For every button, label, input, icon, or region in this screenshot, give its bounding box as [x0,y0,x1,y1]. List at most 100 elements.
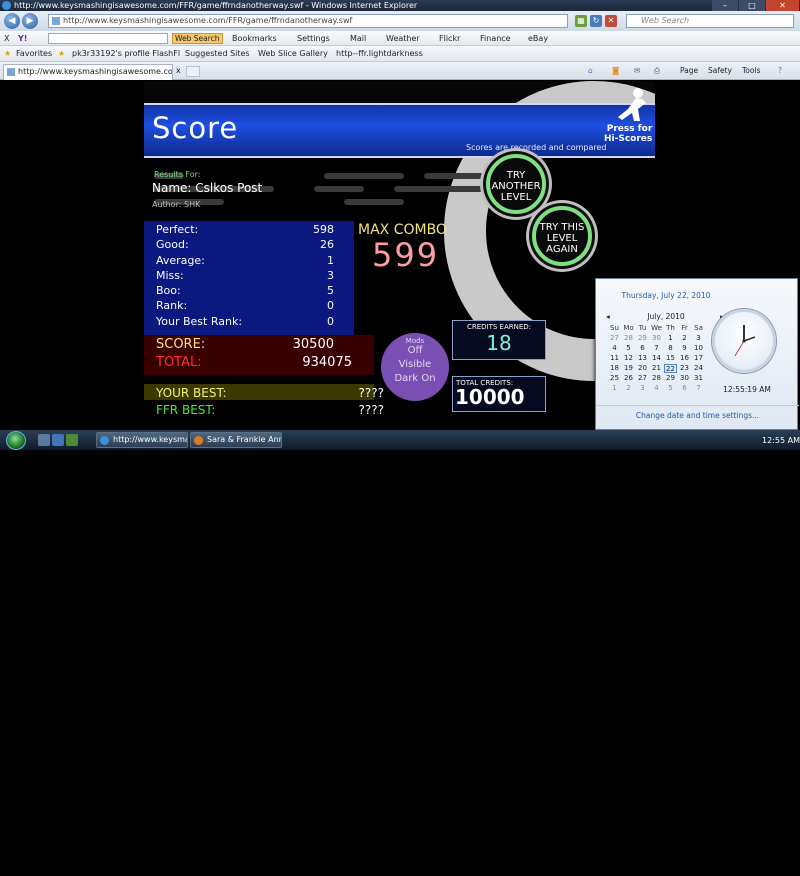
show-desktop-icon[interactable] [38,434,50,446]
close-button[interactable]: ✕ [766,0,799,11]
calendar-day[interactable]: 3 [636,384,649,393]
calendar-day[interactable]: 27 [636,374,649,383]
try-level-again-button[interactable]: TRY THIS LEVEL AGAIN [532,206,592,266]
calendar-day[interactable]: 4 [650,384,663,393]
calendar-day[interactable]: 15 [664,354,677,363]
calendar-day[interactable]: 11 [608,354,621,363]
calendar-day[interactable]: 2 [678,334,691,343]
calendar-day[interactable]: 5 [664,384,677,393]
flickr-menu[interactable]: Flickr [439,31,460,46]
calendar-day[interactable]: 24 [692,364,705,373]
back-arrow-icon[interactable]: ◀ [4,13,20,29]
add-favorite-icon[interactable]: ★ [58,46,65,62]
flash-game[interactable]: Score Press for Hi-Scores Scores are rec… [144,81,655,430]
change-time-settings-link[interactable]: Change date and time settings... [596,411,799,420]
calendar-day[interactable]: 7 [692,384,705,393]
home-icon[interactable]: ⌂ [588,65,593,77]
calendar-day[interactable]: 29 [636,334,649,343]
calendar-day[interactable]: 4 [608,344,621,353]
calendar-day[interactable]: 9 [678,344,691,353]
compat-view-icon[interactable]: ▦ [575,15,587,27]
weather-menu[interactable]: Weather [386,31,420,46]
total-label: TOTAL: [156,355,202,370]
maximize-button[interactable]: □ [739,0,765,11]
web-search-input[interactable]: Web Search [626,14,794,28]
calendar-day[interactable]: 23 [678,364,691,373]
taskbar-ie-button[interactable]: http://www.keysma... [96,432,188,448]
calendar-day[interactable]: 21 [650,364,663,373]
favorites-button[interactable]: Favorites [16,46,52,62]
favorite-link-ffr[interactable]: http--ffr.lightdarkness [336,46,423,62]
calendar-day[interactable]: 13 [636,354,649,363]
mail-icon[interactable]: ✉ [634,65,640,77]
calendar-day[interactable]: 7 [650,344,663,353]
stat-label-best-rank: Your Best Rank: [156,315,243,328]
calendar-day[interactable]: 18 [608,364,621,373]
web-search-button[interactable]: Web Search [172,33,223,44]
calendar-day[interactable]: 20 [636,364,649,373]
calendar-day[interactable]: 1 [664,334,677,343]
calendar-day[interactable]: 25 [608,374,621,383]
url-input[interactable]: http://www.keysmashingisawesome.com/FFR/… [48,14,568,28]
calendar-day[interactable]: 14 [650,354,663,363]
calendar-day[interactable]: 5 [622,344,635,353]
favorite-link-1[interactable]: pk3r33192's profile FlashFl... [72,46,180,62]
taskbar-media-button[interactable]: Sara & Frankie Anni... [190,432,282,448]
finance-menu[interactable]: Finance [480,31,511,46]
mail-menu[interactable]: Mail [350,31,366,46]
tray-icons[interactable] [710,866,760,876]
settings-menu[interactable]: Settings [297,31,330,46]
ffr-best-label: FFR BEST: [156,403,216,417]
help-icon[interactable]: ? [778,65,782,77]
feeds-icon[interactable]: ◙ [612,65,619,77]
quick-launch-switch-icon[interactable] [66,434,78,446]
calendar-day[interactable]: 10 [692,344,705,353]
minimize-button[interactable]: – [712,0,738,11]
page-menu[interactable]: Page [680,65,698,77]
calendar-day[interactable]: 29 [664,374,677,383]
calendar-day[interactable]: 1 [608,384,621,393]
calendar-day[interactable]: 12 [622,354,635,363]
calendar-day[interactable]: 6 [678,384,691,393]
calendar-day[interactable]: 8 [664,344,677,353]
calendar-day[interactable]: 16 [678,354,691,363]
suggested-sites-link[interactable]: Suggested Sites [185,46,250,62]
calendar-day[interactable]: 31 [692,374,705,383]
web-slice-gallery-link[interactable]: Web Slice Gallery [258,46,328,62]
print-icon[interactable]: ⎙ [654,65,660,77]
new-tab-button[interactable] [186,66,200,77]
yahoo-search-input[interactable] [48,33,168,44]
start-button[interactable] [6,431,26,450]
calendar-day[interactable]: 19 [622,364,635,373]
bookmarks-menu[interactable]: Bookmarks [232,31,277,46]
safety-menu[interactable]: Safety [708,65,732,77]
calendar-day[interactable]: 30 [650,334,663,343]
calendar-day[interactable]: 22 [664,364,677,373]
calendar-day[interactable]: 2 [622,384,635,393]
calendar-day[interactable]: 3 [692,334,705,343]
hi-scores-label: Hi-Scores [604,134,653,144]
calendar-day[interactable]: 6 [636,344,649,353]
stop-icon[interactable]: ✕ [605,15,617,27]
calendar-weekday: We [651,324,662,332]
calendar-day[interactable]: 30 [678,374,691,383]
hi-scores-button[interactable]: Press for Hi-Scores [604,124,652,144]
taskbar-clock[interactable]: 12:55 AM [762,436,800,445]
calendar-day[interactable]: 28 [650,374,663,383]
quick-launch-ie-icon[interactable] [52,434,64,446]
refresh-icon[interactable]: ↻ [590,15,602,27]
forward-arrow-icon[interactable]: ▶ [22,13,38,29]
tab-close-icon[interactable]: x [176,66,186,76]
yahoo-logo-icon[interactable]: Y! [18,31,27,46]
tab-active[interactable]: http://www.keysmashingisawesome.com/FFR/… [3,64,173,80]
calendar-day[interactable]: 26 [622,374,635,383]
try-another-level-button[interactable]: TRY ANOTHER LEVEL [486,154,546,214]
stat-value-good: 26 [320,238,334,251]
calendar-day[interactable]: 17 [692,354,705,363]
calendar-day[interactable]: 28 [622,334,635,343]
tools-menu[interactable]: Tools [742,65,760,77]
clock-date[interactable]: Thursday, July 22, 2010 [596,291,736,300]
toolbar-close-icon[interactable]: X [4,31,9,46]
calendar-day[interactable]: 27 [608,334,621,343]
ebay-menu[interactable]: eBay [528,31,548,46]
